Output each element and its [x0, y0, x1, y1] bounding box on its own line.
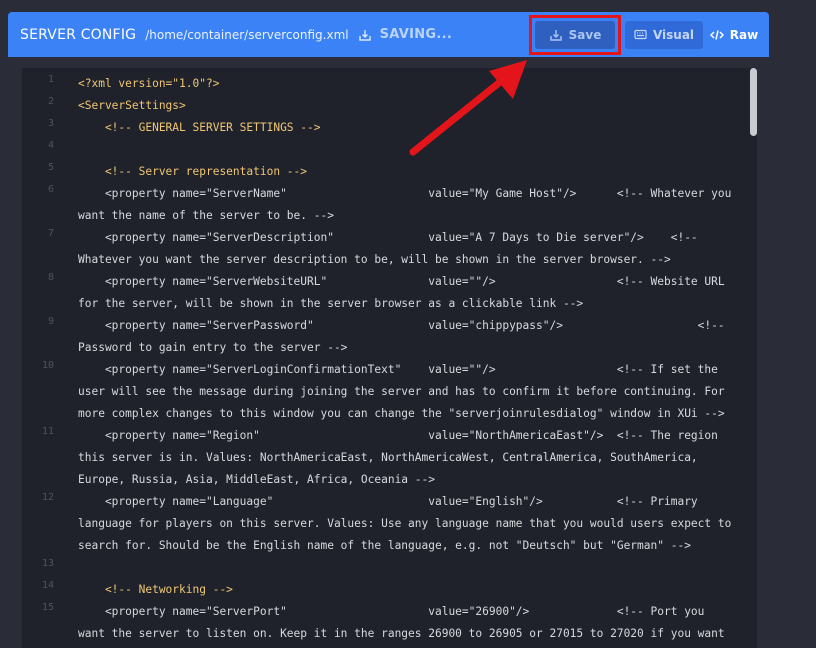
line-number: 3: [47, 118, 54, 129]
code-line: <property name="ServerWebsiteURL" value=…: [78, 275, 725, 288]
code-line: <property name="Region" value="NorthAmer…: [78, 429, 718, 442]
code-line: <property name="ServerLoginConfirmationT…: [78, 363, 718, 376]
code-line: Password to gain entry to the server -->: [78, 341, 348, 354]
code-line: more complex changes to this window you …: [78, 407, 725, 420]
line-number: 7: [47, 228, 54, 239]
line-number: 6: [47, 184, 54, 195]
code-line: user will see the message during joining…: [78, 385, 725, 398]
save-highlight-box: Save: [529, 14, 621, 55]
line-number: 15: [41, 602, 54, 613]
download-icon: [549, 29, 562, 41]
save-status-icon: [358, 28, 372, 42]
save-button[interactable]: Save: [535, 20, 615, 49]
code-line: Europe, Russia, Asia, MiddleEast, Africa…: [78, 473, 435, 486]
code-line: <property name="ServerPort" value="26900…: [78, 605, 705, 618]
line-number: 11: [41, 426, 54, 437]
view-toolbar: Save Visual Raw: [529, 14, 759, 55]
save-button-label: Save: [568, 27, 602, 42]
config-header: SERVER CONFIG /home/container/serverconf…: [8, 12, 769, 57]
code-line: search for. Should be the English name o…: [78, 539, 691, 552]
code-line: want the server to listen on. Keep it in…: [78, 627, 725, 640]
line-gutter: 1 2 3 4 5 6 7 8 9 10 11 12 13 14 15: [22, 68, 60, 648]
line-number: 8: [47, 272, 54, 283]
page-title: SERVER CONFIG: [20, 26, 137, 43]
line-number: 13: [41, 558, 54, 569]
code-line: Whatever you want the server description…: [78, 253, 671, 266]
file-path: /home/container/serverconfig.xml: [145, 27, 349, 42]
line-number: 9: [47, 316, 54, 327]
line-number: 14: [41, 580, 54, 591]
code-line: <property name="ServerDescription" value…: [78, 231, 698, 244]
raw-button-label: Raw: [729, 27, 759, 42]
line-number: 1: [47, 74, 54, 85]
code-line: <property name="Language" value="English…: [78, 495, 698, 508]
keyboard-icon: [634, 29, 647, 40]
line-number: 12: [41, 492, 54, 503]
visual-button[interactable]: Visual: [625, 20, 703, 49]
line-number: 5: [47, 162, 54, 173]
code-line: for the server, will be shown in the ser…: [78, 297, 584, 310]
line-number: 10: [41, 360, 54, 371]
code-line: <!-- Server representation -->: [78, 165, 308, 178]
code-editor[interactable]: 1 2 3 4 5 6 7 8 9 10 11 12 13 14 15 <?xm…: [22, 68, 757, 648]
saving-status: SAVING...: [379, 27, 453, 42]
line-number: 2: [47, 96, 54, 107]
code-line: this server is in. Values: NorthAmericaE…: [78, 451, 698, 464]
code-line: <property name="ServerName" value="My Ga…: [78, 187, 732, 200]
code-line: <!-- Networking -->: [78, 583, 233, 596]
code-line: language for players on this server. Val…: [78, 517, 732, 530]
line-number: 4: [47, 140, 54, 151]
raw-button[interactable]: Raw: [709, 21, 759, 49]
visual-button-label: Visual: [652, 27, 695, 42]
red-arrow-annotation: [409, 60, 527, 156]
code-line: <property name="ServerPassword" value="c…: [78, 319, 725, 332]
code-icon: [709, 29, 724, 40]
editor-scrollbar[interactable]: [750, 68, 757, 136]
code-line: want the name of the server to be. -->: [78, 209, 334, 222]
